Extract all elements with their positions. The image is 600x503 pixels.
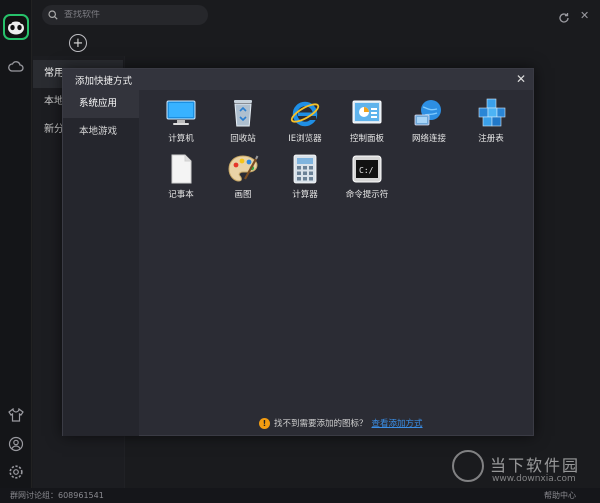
watermark-url: www.downxia.com	[492, 474, 576, 484]
app-label: 记事本	[168, 190, 194, 200]
left-rail	[0, 0, 32, 503]
watermark-logo-icon	[452, 450, 484, 482]
app-label: 注册表	[478, 134, 504, 144]
shirt-icon[interactable]	[8, 407, 24, 423]
app-label: 网络连接	[411, 134, 446, 144]
tab-system-apps[interactable]: 系统应用	[63, 90, 139, 118]
add-category-button[interactable]: +	[69, 34, 87, 52]
app-label: 画图	[234, 190, 252, 200]
paint-icon	[227, 153, 259, 185]
app-label: IE浏览器	[288, 134, 322, 144]
app-label: 控制面板	[349, 134, 384, 144]
cloud-icon[interactable]	[8, 57, 24, 73]
app-ie-browser[interactable]: IE浏览器	[277, 97, 333, 144]
dialog-header: 添加快捷方式 ✕	[63, 69, 533, 90]
watermark-brand: 当下软件园	[490, 456, 581, 475]
registry-icon	[475, 97, 507, 129]
app-paint[interactable]: 画图	[215, 153, 271, 200]
app-control-panel[interactable]: 控制面板	[339, 97, 395, 144]
status-footer: 群网讨论组：608961541 帮助中心	[0, 488, 600, 503]
recycle-bin-icon	[227, 97, 259, 129]
search-icon	[48, 10, 58, 20]
dialog-title: 添加快捷方式	[75, 75, 133, 87]
tab-local-games[interactable]: 本地游戏	[63, 118, 139, 146]
app-label: 计算机	[168, 134, 194, 144]
app-recycle-bin[interactable]: 回收站	[215, 97, 271, 144]
qq-group-text: 群网讨论组：608961541	[10, 491, 104, 500]
warning-icon: !	[259, 417, 270, 429]
watermark: 当下软件园 www.downxia.com	[452, 448, 592, 488]
computer-icon	[165, 97, 197, 129]
app-network-connections[interactable]: 网络连接	[401, 97, 457, 144]
ie-browser-icon	[289, 97, 321, 129]
hint-text: 找不到需要添加的图标？	[274, 419, 368, 429]
dialog-sidebar: 系统应用 本地游戏	[63, 90, 139, 436]
window-close-icon[interactable]: ✕	[580, 9, 589, 22]
app-logo-icon[interactable]	[3, 14, 29, 40]
app-computer[interactable]: 计算机	[153, 97, 209, 144]
app-label: 回收站	[230, 134, 256, 144]
network-icon	[413, 97, 445, 129]
settings-gear-icon[interactable]	[8, 464, 24, 480]
search-bar[interactable]	[42, 5, 208, 25]
view-add-method-link[interactable]: 查看添加方式	[372, 417, 423, 429]
search-input[interactable]	[64, 10, 194, 20]
app-notepad[interactable]: 记事本	[153, 153, 209, 200]
refresh-icon[interactable]	[558, 9, 570, 23]
command-prompt-icon: C:/	[351, 153, 383, 185]
app-calculator[interactable]: 计算器	[277, 153, 333, 200]
dialog-close-icon[interactable]: ✕	[516, 72, 526, 86]
notepad-icon	[165, 153, 197, 185]
svg-text:C:/: C:/	[359, 166, 374, 175]
app-registry[interactable]: 注册表	[463, 97, 519, 144]
help-center-link[interactable]: 帮助中心	[544, 490, 576, 501]
app-label: 命令提示符	[345, 190, 389, 200]
app-label: 计算器	[292, 190, 318, 200]
calculator-icon	[289, 153, 321, 185]
help-hint: ! 找不到需要添加的图标？ 查看添加方式	[259, 417, 423, 429]
user-icon[interactable]	[8, 436, 24, 452]
add-shortcut-dialog: 添加快捷方式 ✕ 系统应用 本地游戏 计算机 回收站 IE浏览器 控制面板 网络…	[62, 68, 534, 436]
app-command-prompt[interactable]: C:/ 命令提示符	[339, 153, 395, 200]
control-panel-icon	[351, 97, 383, 129]
